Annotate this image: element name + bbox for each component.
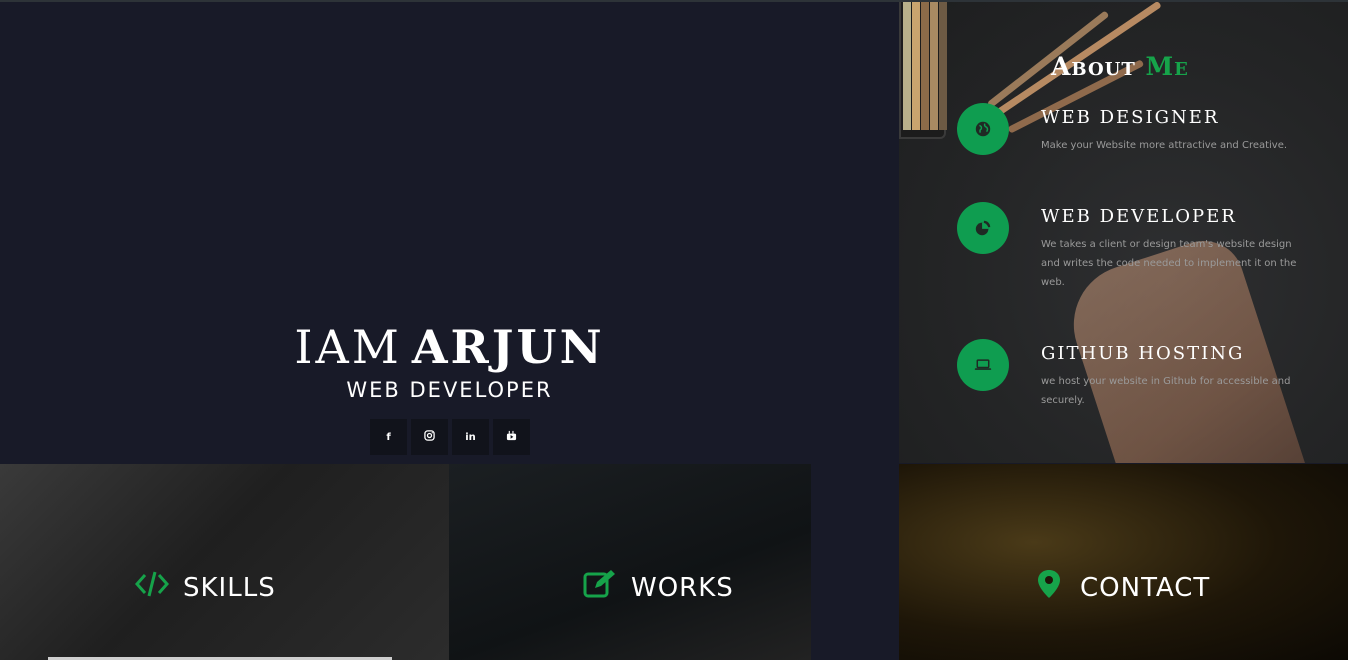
about-title-main: About bbox=[1051, 52, 1136, 81]
hero-title-name: ARJUN bbox=[411, 320, 605, 374]
skills-tile[interactable]: SKILLS bbox=[0, 464, 449, 660]
youtube-icon bbox=[506, 430, 517, 444]
about-title: About Me bbox=[1051, 52, 1189, 81]
service-desc: Make your Website more attractive and Cr… bbox=[1041, 140, 1288, 151]
pencil-tray-image bbox=[899, 2, 947, 139]
hero-title: IAM ARJUN bbox=[0, 320, 899, 374]
service-desc: We takes a client or design team's websi… bbox=[1041, 239, 1297, 288]
linkedin-button[interactable]: in bbox=[452, 419, 489, 455]
facebook-icon: f bbox=[386, 431, 391, 443]
linkedin-icon: in bbox=[465, 431, 476, 443]
code-icon bbox=[134, 569, 170, 606]
tile-gap bbox=[811, 464, 899, 660]
service-title: GITHUB HOSTING bbox=[1041, 343, 1245, 364]
skills-label: SKILLS bbox=[183, 572, 276, 603]
youtube-button[interactable] bbox=[493, 419, 530, 455]
facebook-button[interactable]: f bbox=[370, 419, 407, 455]
contact-label: CONTACT bbox=[1080, 572, 1211, 603]
globe-icon bbox=[957, 103, 1009, 155]
social-links: f in bbox=[370, 419, 530, 455]
skills-link[interactable]: SKILLS bbox=[134, 569, 276, 606]
about-section: About Me WEB DESIGNER Make your Website … bbox=[899, 2, 1348, 463]
instagram-button[interactable] bbox=[411, 419, 448, 455]
edit-icon bbox=[583, 569, 617, 606]
map-marker-icon bbox=[1032, 569, 1066, 606]
hero-section: IAM ARJUN WEB DEVELOPER f in bbox=[0, 2, 899, 464]
contact-tile[interactable]: CONTACT bbox=[899, 464, 1348, 660]
service-title: WEB DEVELOPER bbox=[1041, 206, 1237, 227]
service-title: WEB DESIGNER bbox=[1041, 107, 1220, 128]
about-title-accent: Me bbox=[1145, 52, 1189, 81]
contact-link[interactable]: CONTACT bbox=[1032, 569, 1210, 606]
hero-title-prefix: IAM bbox=[294, 320, 402, 374]
hero-subtitle: WEB DEVELOPER bbox=[346, 378, 553, 402]
works-tile[interactable]: WORKS bbox=[449, 464, 811, 660]
service-desc: we host your website in Github for acces… bbox=[1041, 376, 1291, 406]
instagram-icon bbox=[424, 430, 435, 444]
laptop-icon bbox=[957, 339, 1009, 391]
pie-chart-icon bbox=[957, 202, 1009, 254]
works-link[interactable]: WORKS bbox=[583, 569, 734, 606]
works-label: WORKS bbox=[631, 572, 734, 603]
